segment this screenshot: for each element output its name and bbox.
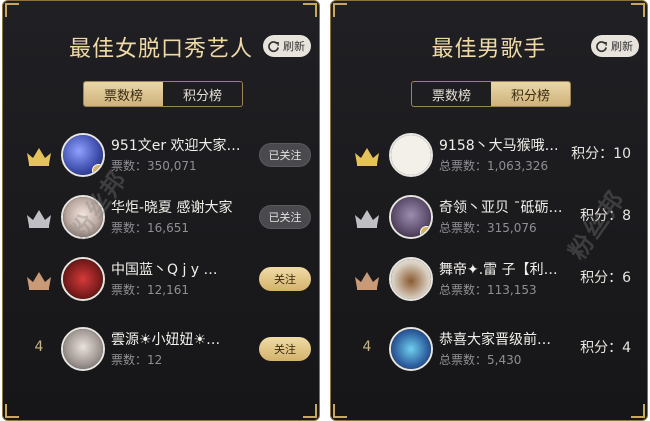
ranking-tabs: 票数榜 积分榜	[411, 81, 571, 107]
refresh-icon	[596, 40, 607, 52]
ranking-row[interactable]: 4 恭喜大家晋级前… 总票数：5,430 积分：4	[331, 321, 647, 381]
singer-name: 9158丶大马猴哦…	[439, 138, 559, 154]
points-score: 积分：10	[571, 146, 631, 162]
streamer-name: 951文er 欢迎大家…	[111, 138, 241, 154]
anchor-badge-icon	[420, 226, 431, 237]
corner-decoration	[631, 404, 645, 418]
ranking-row[interactable]: 951文er 欢迎大家… 票数：350,071 已关注	[3, 127, 319, 187]
vote-count: 票数：12,161	[111, 283, 189, 297]
total-vote-count: 总票数：5,430	[439, 353, 522, 367]
ranking-row[interactable]: 4 雲源☀小妞妞☀… 票数：12 关注	[3, 321, 319, 381]
follow-button[interactable]: 关注	[259, 267, 311, 291]
refresh-button[interactable]: 刷新	[263, 35, 311, 57]
refresh-icon	[268, 40, 279, 52]
points-score: 积分：4	[580, 340, 631, 356]
avatar[interactable]	[61, 257, 105, 301]
corner-decoration	[5, 3, 19, 17]
streamer-name: 雲源☀小妞妞☀…	[111, 332, 221, 348]
corner-decoration	[303, 404, 317, 418]
streamer-name: 中国蓝丶Q j y …	[111, 262, 218, 278]
avatar[interactable]	[389, 195, 433, 239]
ranking-row[interactable]: 舞帝✦.雷 子【利… 总票数：113,153 积分：6	[331, 251, 647, 311]
gold-crown-icon	[27, 148, 51, 166]
ranking-row[interactable]: 9158丶大马猴哦… 总票数：1,063,326 积分：10	[331, 127, 647, 187]
corner-decoration	[5, 404, 19, 418]
avatar[interactable]	[389, 327, 433, 371]
rank-number: 4	[362, 339, 372, 355]
corner-decoration	[333, 3, 347, 17]
tab-points[interactable]: 积分榜	[163, 82, 242, 106]
avatar[interactable]	[389, 133, 433, 177]
singer-name: 奇领丶亚贝 ˉ砥砺…	[439, 200, 563, 216]
followed-button[interactable]: 已关注	[259, 205, 311, 229]
refresh-button[interactable]: 刷新	[591, 35, 639, 57]
ranking-row[interactable]: 中国蓝丶Q j y … 票数：12,161 关注	[3, 251, 319, 311]
gold-crown-icon	[355, 148, 379, 166]
vote-count: 票数：350,071	[111, 159, 197, 173]
corner-decoration	[303, 3, 317, 17]
left-ranking-panel: 最佳女脱口秀艺人 刷新 票数榜 积分榜 951文er 欢迎大家… 票数：350,…	[2, 0, 320, 421]
followed-button[interactable]: 已关注	[259, 143, 311, 167]
bronze-crown-icon	[355, 272, 379, 290]
ranking-tabs: 票数榜 积分榜	[83, 81, 243, 107]
points-score: 积分：6	[580, 270, 631, 286]
bronze-crown-icon	[27, 272, 51, 290]
ranking-row[interactable]: 华炬-晓夏 感谢大家 票数：16,651 已关注	[3, 189, 319, 249]
vote-count: 票数：12	[111, 353, 163, 367]
vote-count: 票数：16,651	[111, 221, 189, 235]
rank-number: 4	[34, 339, 44, 355]
silver-crown-icon	[27, 210, 51, 228]
total-vote-count: 总票数：113,153	[439, 283, 537, 297]
avatar[interactable]	[61, 327, 105, 371]
tab-votes[interactable]: 票数榜	[84, 82, 163, 106]
tab-points[interactable]: 积分榜	[491, 82, 570, 106]
total-vote-count: 总票数：315,076	[439, 221, 537, 235]
refresh-label: 刷新	[611, 40, 633, 53]
silver-crown-icon	[355, 210, 379, 228]
singer-name: 舞帝✦.雷 子【利…	[439, 262, 558, 278]
right-ranking-panel: 最佳男歌手 刷新 票数榜 积分榜 9158丶大马猴哦… 总票数：1,063,32…	[330, 0, 648, 421]
total-vote-count: 总票数：1,063,326	[439, 159, 549, 173]
corner-decoration	[333, 404, 347, 418]
corner-decoration	[631, 3, 645, 17]
refresh-label: 刷新	[283, 40, 305, 53]
streamer-name: 华炬-晓夏 感谢大家	[111, 200, 233, 216]
follow-button[interactable]: 关注	[259, 337, 311, 361]
singer-name: 恭喜大家晋级前…	[439, 332, 551, 348]
avatar[interactable]	[389, 257, 433, 301]
tab-votes[interactable]: 票数榜	[412, 82, 491, 106]
